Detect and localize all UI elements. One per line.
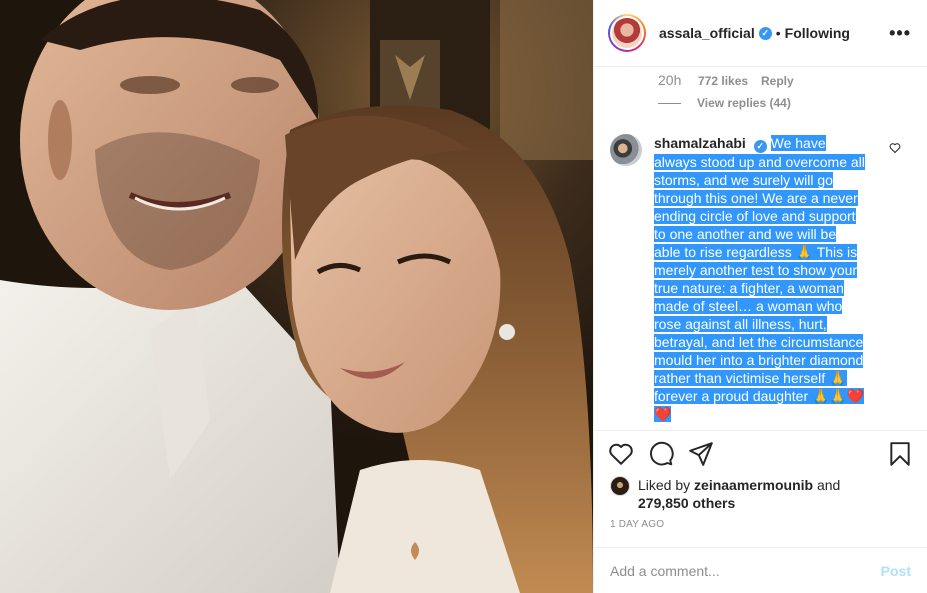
liker-avatar[interactable]	[610, 476, 630, 496]
verified-badge-icon: ✓	[758, 26, 772, 40]
add-comment-bar: Post	[594, 547, 927, 593]
paper-plane-icon[interactable]	[688, 441, 714, 467]
likes-and: and	[813, 477, 841, 493]
commenter-avatar[interactable]	[610, 134, 642, 166]
comment-body: shamalzahabi ✓ We have always stood up a…	[654, 134, 866, 423]
replies-divider	[658, 102, 681, 104]
likes-text: Liked by zeinaamermounib and 279,850 oth…	[638, 476, 840, 512]
commenter-username[interactable]: shamalzahabi	[654, 135, 746, 151]
likes-others-link[interactable]: 279,850 others	[638, 495, 735, 511]
likes-prefix: Liked by	[638, 477, 695, 493]
more-options-icon[interactable]: •••	[889, 23, 911, 44]
comments-section[interactable]: 20h 772 likes Reply View replies (44) sh…	[594, 68, 927, 431]
comment-item: shamalzahabi ✓ We have always stood up a…	[610, 134, 915, 423]
comment-likes[interactable]: 772 likes	[698, 74, 761, 88]
header-separator: •	[775, 25, 781, 41]
post-modal: assala_official ✓ • Following ••• 20h 77…	[0, 0, 927, 593]
add-comment-input[interactable]	[610, 562, 881, 579]
author-username[interactable]: assala_official	[659, 25, 755, 41]
selfie-image	[0, 0, 593, 593]
view-replies-button[interactable]: View replies (44)	[658, 96, 791, 110]
comment-like-heart-icon[interactable]	[889, 142, 901, 154]
following-button[interactable]: Following	[785, 25, 850, 41]
view-replies-label[interactable]: View replies (44)	[697, 96, 791, 110]
post-actions	[608, 438, 913, 470]
likes-summary: Liked by zeinaamermounib and 279,850 oth…	[610, 476, 913, 512]
post-sidebar: assala_official ✓ • Following ••• 20h 77…	[593, 0, 927, 593]
comment-text: We have always stood up and overcome all…	[654, 135, 865, 422]
comment-time: 20h	[658, 72, 682, 88]
post-photo[interactable]	[0, 0, 593, 593]
author-avatar[interactable]	[608, 14, 646, 52]
previous-comment-meta: 20h 772 likes Reply	[658, 72, 794, 88]
liker-username[interactable]: zeinaamermounib	[694, 477, 813, 493]
reply-button[interactable]: Reply	[761, 74, 794, 88]
post-timestamp[interactable]: 1 DAY AGO	[610, 519, 664, 530]
post-comment-button[interactable]: Post	[881, 563, 911, 579]
post-header: assala_official ✓ • Following •••	[594, 0, 927, 67]
verified-badge-icon: ✓	[753, 140, 767, 153]
heart-icon[interactable]	[608, 441, 634, 467]
bookmark-icon[interactable]	[887, 441, 913, 467]
comment-bubble-icon[interactable]	[648, 441, 674, 467]
